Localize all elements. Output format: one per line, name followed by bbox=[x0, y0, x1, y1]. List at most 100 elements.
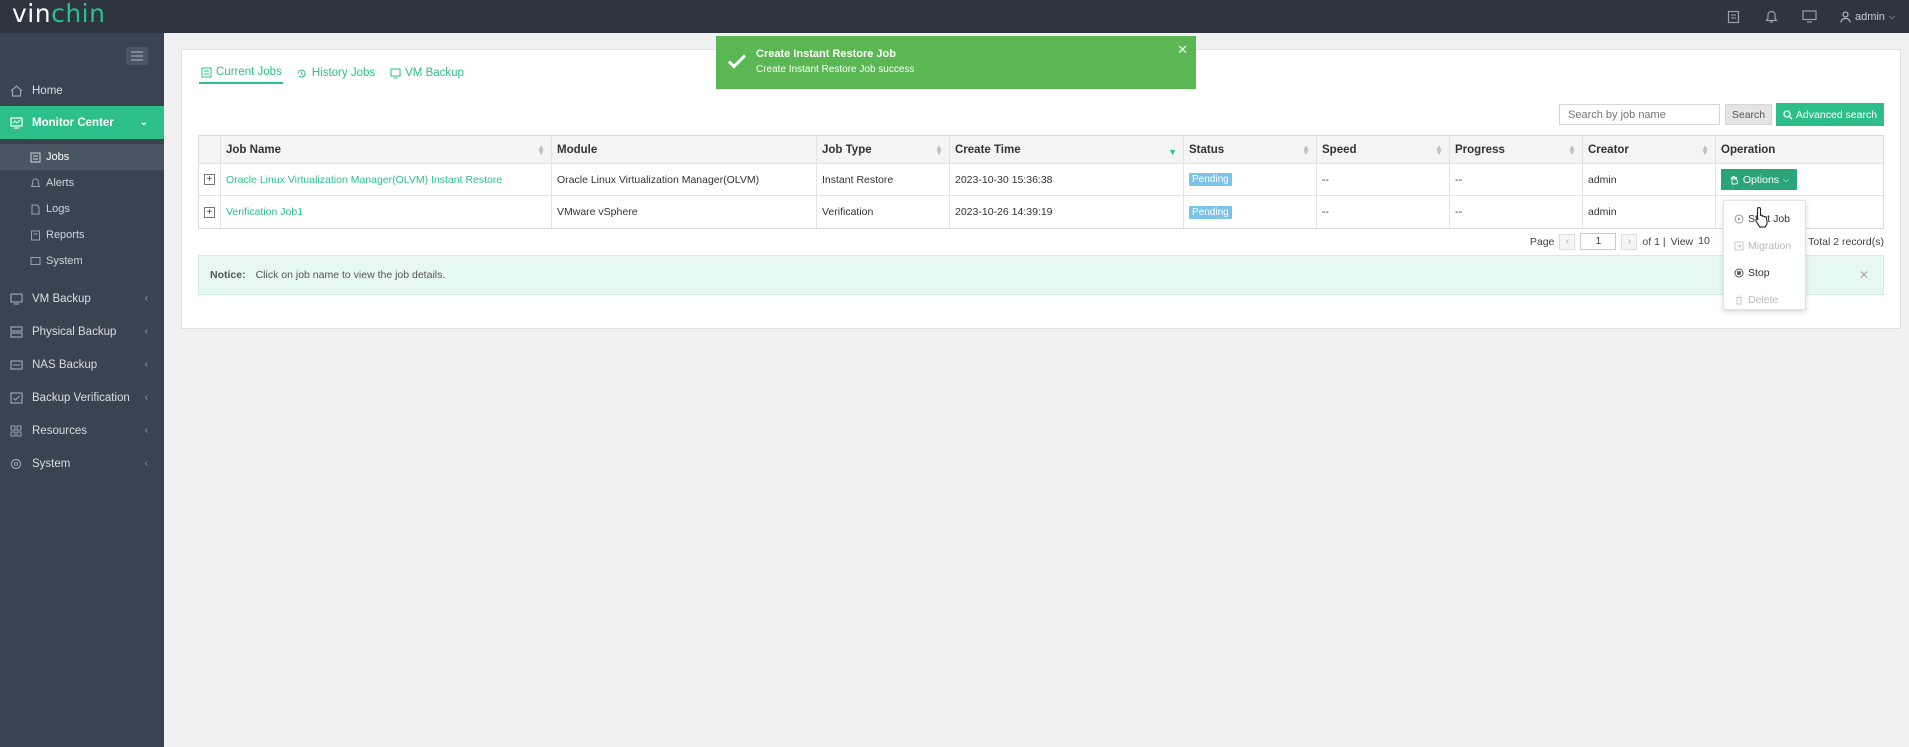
sidebar-subitem-alerts[interactable]: Alerts bbox=[0, 170, 164, 196]
search-button[interactable]: Search bbox=[1725, 104, 1772, 125]
play-icon bbox=[1733, 213, 1744, 224]
header-expand bbox=[199, 136, 221, 163]
logo: vinchin bbox=[12, 0, 106, 28]
sidebar-item-physical-backup[interactable]: Physical Backup ‹ bbox=[0, 315, 164, 348]
grid-icon bbox=[9, 424, 23, 438]
expand-cell: + bbox=[199, 196, 221, 228]
sidebar-item-home[interactable]: Home bbox=[0, 74, 164, 107]
sidebar-item-monitor-center[interactable]: Monitor Center ⌄ bbox=[0, 106, 164, 139]
trash-icon bbox=[1733, 294, 1744, 305]
menu-icon bbox=[131, 51, 143, 61]
clipboard-icon[interactable] bbox=[1726, 9, 1742, 25]
job-type-cell: Verification bbox=[817, 196, 950, 228]
job-type-cell: Instant Restore bbox=[817, 164, 950, 195]
sidebar-item-backup-verification[interactable]: Backup Verification ‹ bbox=[0, 381, 164, 414]
sidebar-subitem-system[interactable]: System bbox=[0, 248, 164, 274]
hand-cursor-icon bbox=[1755, 206, 1768, 228]
jobs-icon bbox=[29, 151, 41, 163]
page-input[interactable]: 1 bbox=[1580, 233, 1617, 250]
next-page-button[interactable]: › bbox=[1621, 233, 1638, 250]
speed-cell: -- bbox=[1317, 196, 1450, 228]
menu-item-stop[interactable]: Stop bbox=[1724, 259, 1805, 286]
sidebar-subitem-label: Reports bbox=[46, 229, 85, 241]
job-name-link[interactable]: Verification Job1 bbox=[226, 206, 303, 218]
page-size-select[interactable]: 10 bbox=[1698, 233, 1718, 250]
migration-icon bbox=[1733, 240, 1744, 251]
user-menu[interactable]: admin ⌵ bbox=[1840, 11, 1895, 23]
top-icons: admin ⌵ bbox=[1726, 0, 1895, 33]
sidebar-item-label: Monitor Center bbox=[32, 116, 114, 129]
menu-item-migration[interactable]: Migration bbox=[1724, 232, 1805, 259]
sidebar-subitem-reports[interactable]: Reports bbox=[0, 222, 164, 248]
expand-icon[interactable]: + bbox=[204, 174, 215, 185]
chevron-left-icon: ‹ bbox=[144, 458, 148, 469]
bell-icon bbox=[29, 177, 41, 189]
log-icon bbox=[29, 203, 41, 215]
view-label: View bbox=[1670, 235, 1694, 248]
tab-history-jobs[interactable]: History Jobs bbox=[295, 62, 376, 84]
sidebar-subitem-logs[interactable]: Logs bbox=[0, 196, 164, 222]
sort-icon: ▲ ▼ bbox=[1568, 142, 1576, 157]
status-badge: Pending bbox=[1189, 205, 1232, 219]
sort-icon: ▲ ▼ bbox=[1302, 142, 1310, 157]
display-icon[interactable] bbox=[1802, 9, 1818, 25]
menu-item-label: Migration bbox=[1748, 239, 1792, 252]
header-status[interactable]: Status ▲ ▼ bbox=[1184, 136, 1317, 163]
chevron-left-icon: ‹ bbox=[144, 359, 148, 370]
tab-bar: Current Jobs History Jobs VM Backup bbox=[199, 62, 465, 88]
job-name-link[interactable]: Oracle Linux Virtualization Manager(OLVM… bbox=[226, 174, 502, 186]
operation-cell: Options ⌵ bbox=[1716, 164, 1883, 195]
create-time-cell: 2023-10-30 15:36:38 bbox=[950, 164, 1184, 195]
tab-current-jobs[interactable]: Current Jobs bbox=[199, 62, 283, 84]
menu-item-delete[interactable]: Delete bbox=[1724, 286, 1805, 313]
sidebar-item-nas-backup[interactable]: NAS Backup ‹ bbox=[0, 348, 164, 381]
advanced-search-button[interactable]: Advanced search bbox=[1776, 103, 1884, 126]
sidebar-item-system[interactable]: System ‹ bbox=[0, 447, 164, 480]
header-job-name[interactable]: Job Name ▲ ▼ bbox=[221, 136, 552, 163]
close-icon[interactable]: ✕ bbox=[1177, 42, 1188, 58]
advanced-search-label: Advanced search bbox=[1795, 108, 1878, 121]
sidebar-item-label: VM Backup bbox=[32, 292, 91, 305]
search-input[interactable] bbox=[1559, 104, 1720, 125]
sidebar-subitem-label: System bbox=[46, 255, 83, 267]
stop-icon bbox=[1733, 267, 1744, 278]
report-icon bbox=[29, 229, 41, 241]
sort-icon: ▲ ▼ bbox=[935, 142, 943, 157]
header-operation: Operation bbox=[1721, 143, 1776, 156]
bell-icon[interactable] bbox=[1764, 9, 1780, 25]
pagination: Page ‹ 1 › of 1 | View 10 Total 2 record… bbox=[1530, 233, 1884, 250]
header-module: Module bbox=[552, 136, 817, 163]
options-label: Options bbox=[1742, 173, 1780, 186]
close-icon[interactable]: ✕ bbox=[1859, 268, 1869, 282]
header-creator[interactable]: Creator ▲ ▼ bbox=[1583, 136, 1716, 163]
prev-page-button[interactable]: ‹ bbox=[1559, 233, 1576, 250]
speed-cell: -- bbox=[1317, 164, 1450, 195]
menu-item-label: Delete bbox=[1748, 293, 1779, 306]
options-button[interactable]: Options ⌵ bbox=[1721, 169, 1797, 190]
module-cell: Oracle Linux Virtualization Manager(OLVM… bbox=[552, 164, 817, 195]
sidebar-item-resources[interactable]: Resources ‹ bbox=[0, 414, 164, 447]
sort-desc-icon: ▼ bbox=[1168, 146, 1177, 157]
module-cell: VMware vSphere bbox=[552, 196, 817, 228]
header-speed[interactable]: Speed ▲ ▼ bbox=[1317, 136, 1450, 163]
expand-icon[interactable]: + bbox=[204, 206, 215, 218]
list-icon bbox=[200, 66, 212, 78]
home-icon bbox=[9, 84, 23, 98]
gear-icon bbox=[9, 457, 23, 471]
header-create-time[interactable]: Create Time ▼ bbox=[950, 136, 1184, 163]
expand-cell: + bbox=[199, 164, 221, 195]
total-records: Total 2 record(s) bbox=[1808, 235, 1884, 248]
header-progress[interactable]: Progress ▲ ▼ bbox=[1450, 136, 1583, 163]
header-job-type[interactable]: Job Type ▲ ▼ bbox=[817, 136, 950, 163]
status-cell: Pending bbox=[1184, 196, 1317, 228]
check-icon bbox=[727, 54, 747, 69]
tab-vm-backup[interactable]: VM Backup bbox=[388, 62, 465, 84]
sidebar-subitem-jobs[interactable]: Jobs bbox=[0, 144, 164, 170]
sidebar-toggle[interactable] bbox=[126, 47, 148, 65]
tab-label: Current Jobs bbox=[216, 66, 282, 78]
chevron-down-icon: ⌵ bbox=[1783, 174, 1790, 184]
chevron-left-icon: ‹ bbox=[144, 293, 148, 304]
sidebar-item-vm-backup[interactable]: VM Backup ‹ bbox=[0, 282, 164, 315]
hand-icon bbox=[1730, 175, 1738, 184]
sidebar-item-label: System bbox=[32, 457, 71, 470]
